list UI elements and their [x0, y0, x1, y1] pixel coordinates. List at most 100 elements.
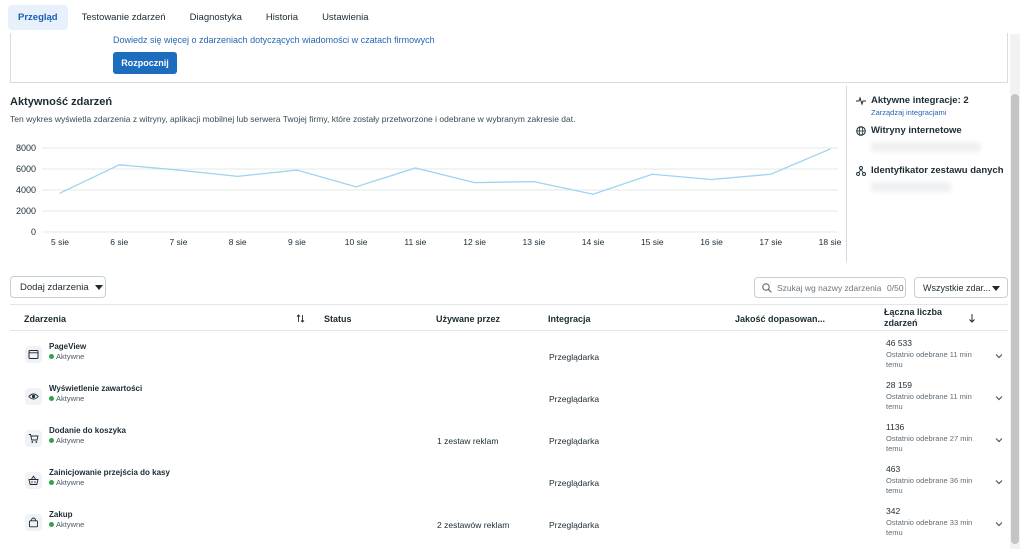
event-status: Aktywne: [49, 520, 84, 529]
websites-value-redacted: [871, 142, 981, 152]
table-row[interactable]: Wyświetlenie zawartości Aktywne Przegląd…: [10, 377, 1008, 419]
add-events-button[interactable]: Dodaj zdarzenia: [10, 276, 106, 298]
search-icon: [762, 282, 772, 293]
table-row[interactable]: Zainicjowanie przejścia do kasy Aktywne …: [10, 461, 1008, 503]
total-events: 463: [886, 464, 901, 474]
x-tick-label: 9 sie: [288, 237, 306, 247]
last-received: Ostatnio odebrane 11 min temu: [886, 350, 972, 369]
data-point: [414, 167, 416, 169]
col-status[interactable]: Status: [324, 314, 352, 324]
data-point: [710, 178, 713, 181]
network-icon: [856, 165, 866, 176]
pulse-icon: [856, 95, 866, 106]
sort-icon[interactable]: [296, 314, 305, 323]
total-events: 28 159: [886, 380, 912, 390]
tab-settings[interactable]: Ustawienia: [312, 5, 378, 30]
table-row[interactable]: PageView Aktywne Przeglądarka 46 533 Ost…: [10, 335, 1008, 377]
data-point: [651, 173, 653, 175]
scrollbar-thumb[interactable]: [1011, 94, 1019, 544]
search-input[interactable]: [777, 282, 885, 293]
chevron-down-icon[interactable]: [994, 435, 1004, 445]
x-tick-label: 18 sie: [819, 237, 842, 247]
status-label: Aktywne: [56, 394, 85, 403]
total-events: 1136: [886, 422, 905, 432]
active-integrations-label: Aktywne integracje: 2: [871, 95, 969, 106]
y-tick-label: 2000: [16, 206, 36, 216]
scrollbar[interactable]: [1010, 34, 1020, 549]
data-point: [296, 169, 298, 171]
active-integrations: Aktywne integracje: 2: [856, 95, 969, 106]
col-total-events[interactable]: Łączna liczba zdarzeń: [884, 307, 958, 329]
chevron-down-icon[interactable]: [994, 477, 1004, 487]
total-events: 46 533: [886, 338, 912, 348]
data-point: [474, 182, 476, 184]
x-tick-label: 13 sie: [523, 237, 546, 247]
tab-history[interactable]: Historia: [256, 5, 308, 30]
total-events: 342: [886, 506, 901, 516]
status-dot: [49, 480, 54, 485]
chevron-down-icon[interactable]: [994, 393, 1004, 403]
eye-icon: [25, 388, 42, 405]
x-tick-label: 8 sie: [229, 237, 247, 247]
status-dot: [49, 522, 54, 527]
chevron-down-icon[interactable]: [994, 351, 1004, 361]
col-integration[interactable]: Integracja: [548, 314, 591, 324]
y-tick-label: 4000: [16, 185, 36, 195]
table-row[interactable]: Dodanie do koszyka Aktywne 1 zestaw rekl…: [10, 419, 1008, 461]
table-header: Zdarzenia Status Używane przez Integracj…: [10, 304, 1008, 331]
y-tick-label: 6000: [16, 164, 36, 174]
series-line: [59, 148, 831, 195]
data-point: [533, 181, 535, 183]
add-events-label: Dodaj zdarzenia: [20, 281, 89, 293]
bag-icon: [25, 514, 42, 531]
activity-description: Ten wykres wyświetla zdarzenia z witryny…: [10, 114, 576, 124]
browser-icon: [25, 346, 42, 363]
last-received: Ostatnio odebrane 36 min temu: [886, 476, 973, 495]
integration: Przeglądarka: [549, 352, 600, 362]
side-panel: Aktywne integracje: 2 Zarządzaj integrac…: [846, 86, 1008, 262]
status-dot: [49, 354, 54, 359]
data-point: [592, 193, 594, 195]
start-button[interactable]: Rozpocznij: [113, 52, 177, 74]
integration: Przeglądarka: [549, 478, 600, 488]
col-events[interactable]: Zdarzenia: [24, 314, 66, 324]
basket-icon: [25, 472, 42, 489]
event-name: Zakup: [49, 510, 73, 519]
y-tick-label: 0: [31, 227, 36, 237]
x-tick-label: 12 sie: [463, 237, 486, 247]
data-point: [770, 173, 772, 175]
integration: Przeglądarka: [549, 436, 600, 446]
used-by: 2 zestawów reklam: [437, 520, 510, 530]
manage-integrations-link[interactable]: Zarządzaj integracjami: [871, 108, 946, 117]
chevron-down-icon[interactable]: [994, 519, 1004, 529]
arrow-down-icon[interactable]: [968, 313, 976, 323]
dataset-id-value-redacted: [871, 182, 951, 192]
data-point: [59, 192, 61, 194]
x-tick-label: 7 sie: [169, 237, 187, 247]
dataset-id: Identyfikator zestawu danych: [856, 165, 1004, 176]
tab-diagnostics[interactable]: Diagnostyka: [180, 5, 252, 30]
events-filter-dropdown[interactable]: Wszystkie zdar...: [914, 277, 1008, 298]
event-status: Aktywne: [49, 478, 84, 487]
last-received: Ostatnio odebrane 11 min temu: [886, 392, 972, 411]
event-name: PageView: [49, 342, 87, 351]
tab-test-events[interactable]: Testowanie zdarzeń: [72, 5, 176, 30]
caret-down-icon: [992, 286, 1000, 291]
tab-overview[interactable]: Przegląd: [8, 4, 68, 30]
integration: Przeglądarka: [549, 394, 600, 404]
data-point: [118, 164, 120, 166]
learn-more-link[interactable]: Dowiedz się więcej o zdarzeniach dotyczą…: [113, 35, 435, 45]
y-tick-label: 8000: [16, 143, 36, 153]
x-tick-label: 10 sie: [345, 237, 368, 247]
last-received: Ostatnio odebrane 27 min temu: [886, 434, 973, 453]
col-used-by[interactable]: Używane przez: [436, 314, 500, 324]
x-tick-label: 16 sie: [700, 237, 723, 247]
col-match-quality[interactable]: Jakość dopasowan...: [735, 314, 825, 324]
filter-label: Wszystkie zdar...: [923, 282, 991, 293]
search-box: 0/50: [754, 277, 906, 298]
integration: Przeglądarka: [549, 520, 600, 530]
used-by: 1 zestaw reklam: [437, 436, 499, 446]
table-row[interactable]: Zakup Aktywne 2 zestawów reklam Przegląd…: [10, 503, 1008, 545]
x-tick-label: 11 sie: [404, 237, 426, 247]
data-point: [829, 148, 831, 150]
